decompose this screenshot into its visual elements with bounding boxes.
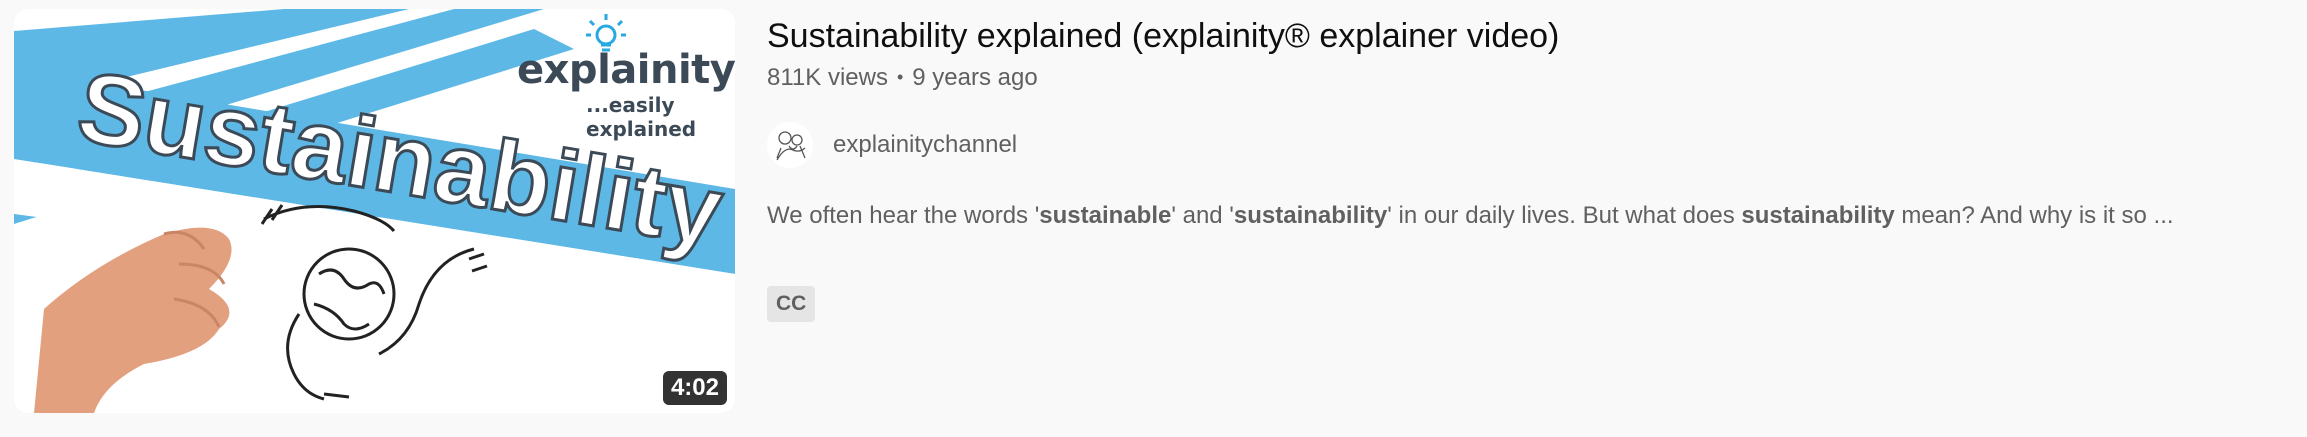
video-thumbnail[interactable]: Sustainability explainity ...easily expl… — [14, 9, 735, 413]
thumbnail-brand-name: explainity — [517, 47, 735, 93]
sketch-avatar-icon — [767, 122, 813, 168]
description-keyword: sustainability — [1233, 202, 1388, 229]
video-result[interactable]: Sustainability explainity ...easily expl… — [0, 0, 2307, 437]
channel-name[interactable]: explainitychannel — [833, 129, 1017, 161]
description-text: mean? And why is it so ... — [1894, 202, 2174, 229]
upload-age: 9 years ago — [912, 64, 1038, 91]
cc-badge: CC — [767, 286, 816, 322]
description-keyword: sustainable — [1039, 202, 1172, 229]
view-count: 811K views — [767, 64, 888, 91]
description-text: We often hear the words ' — [767, 202, 1040, 229]
video-title[interactable]: Sustainability explained (explainity® ex… — [767, 14, 1559, 58]
description-text: ' in our daily lives. But what does — [1387, 202, 1742, 229]
video-metadata: 811K views • 9 years ago — [767, 62, 1038, 95]
channel-link[interactable]: explainitychannel — [767, 120, 1017, 170]
duration-badge: 4:02 — [662, 371, 727, 405]
meta-separator: • — [896, 67, 904, 87]
channel-avatar[interactable] — [767, 122, 813, 168]
hand-photo — [34, 227, 232, 413]
video-description-snippet: We often hear the words 'sustainable' an… — [767, 197, 2187, 234]
thumbnail-brand-tagline: ...easily explained — [586, 93, 697, 141]
description-text: ' and ' — [1171, 202, 1234, 229]
description-keyword: sustainability — [1741, 202, 1895, 229]
lightbulb-icon — [586, 14, 626, 52]
